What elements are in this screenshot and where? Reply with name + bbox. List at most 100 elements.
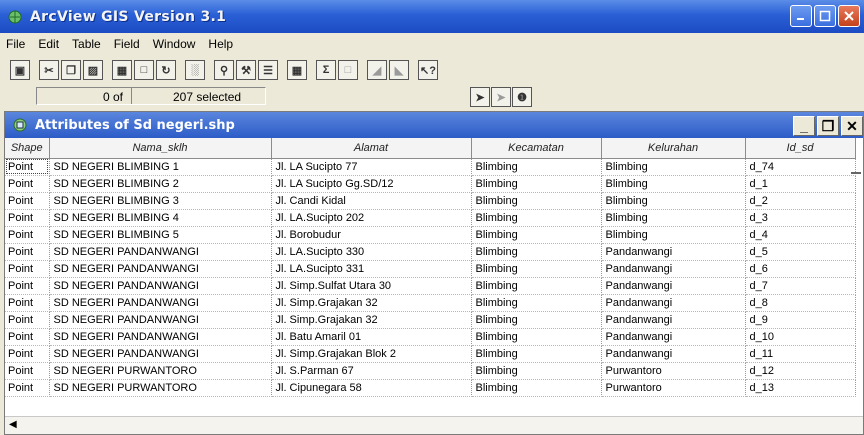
- cell-kecamatan[interactable]: Blimbing: [471, 379, 602, 397]
- promote-button[interactable]: ☰: [258, 60, 278, 80]
- child-maximize-button[interactable]: ❐: [817, 116, 839, 136]
- cell-kelurahan[interactable]: Pandanwangi: [601, 328, 746, 346]
- cell-shape[interactable]: Point: [5, 243, 50, 261]
- find-button[interactable]: ⚲: [214, 60, 234, 80]
- cell-id-sd[interactable]: d_12: [745, 362, 856, 380]
- cell-shape[interactable]: Point: [5, 277, 50, 295]
- cell-shape[interactable]: Point: [5, 311, 50, 329]
- cell-alamat[interactable]: Jl. LA Sucipto 77: [271, 158, 472, 176]
- cell-kelurahan[interactable]: Blimbing: [601, 209, 746, 227]
- cell-nama-sklh[interactable]: SD NEGERI PANDANWANGI: [49, 345, 272, 363]
- pointer-tool-button[interactable]: ➤: [470, 87, 490, 107]
- switch-selection-button[interactable]: ↻: [156, 60, 176, 80]
- cell-kecamatan[interactable]: Blimbing: [471, 158, 602, 176]
- table-row[interactable]: Point SD NEGERI PURWANTORO Jl. S.Parman …: [5, 362, 856, 380]
- menu-edit[interactable]: Edit: [38, 37, 59, 51]
- cell-alamat[interactable]: Jl. Batu Amaril 01: [271, 328, 472, 346]
- cell-alamat[interactable]: Jl. LA.Sucipto 202: [271, 209, 472, 227]
- column-header-nama-sklh[interactable]: Nama_sklh: [49, 138, 272, 159]
- menu-window[interactable]: Window: [153, 37, 196, 51]
- attribute-table-title-bar[interactable]: Attributes of Sd negeri.shp _ ❐ ✕: [5, 112, 863, 138]
- cell-shape[interactable]: Point: [5, 294, 50, 312]
- cell-kecamatan[interactable]: Blimbing: [471, 328, 602, 346]
- table-row[interactable]: Point SD NEGERI BLIMBING 3 Jl. Candi Kid…: [5, 192, 856, 210]
- cell-kecamatan[interactable]: Blimbing: [471, 192, 602, 210]
- cell-kecamatan[interactable]: Blimbing: [471, 345, 602, 363]
- sum-button[interactable]: Σ: [316, 60, 336, 80]
- cell-id-sd[interactable]: d_4: [745, 226, 856, 244]
- cell-nama-sklh[interactable]: SD NEGERI PANDANWANGI: [49, 243, 272, 261]
- sort-descending-button[interactable]: ◣: [389, 60, 409, 80]
- select-all-button[interactable]: ▦: [112, 60, 132, 80]
- menu-file[interactable]: File: [6, 37, 25, 51]
- table-row[interactable]: Point SD NEGERI PANDANWANGI Jl. Simp.Gra…: [5, 294, 856, 312]
- paste-button[interactable]: ▨: [83, 60, 103, 80]
- cell-nama-sklh[interactable]: SD NEGERI PURWANTORO: [49, 379, 272, 397]
- cell-shape[interactable]: Point: [5, 362, 50, 380]
- cell-kelurahan[interactable]: Blimbing: [601, 158, 746, 176]
- cell-shape[interactable]: Point: [5, 328, 50, 346]
- table-row[interactable]: Point SD NEGERI BLIMBING 1 Jl. LA Sucipt…: [5, 158, 856, 176]
- calculate-button[interactable]: ▦: [287, 60, 307, 80]
- app-title-bar[interactable]: ArcView GIS Version 3.1: [0, 0, 864, 33]
- cell-nama-sklh[interactable]: SD NEGERI PANDANWANGI: [49, 328, 272, 346]
- cell-kecamatan[interactable]: Blimbing: [471, 175, 602, 193]
- cell-kecamatan[interactable]: Blimbing: [471, 209, 602, 227]
- identify-tool-button[interactable]: ❶: [512, 87, 532, 107]
- cell-shape[interactable]: Point: [5, 158, 50, 176]
- table-row[interactable]: Point SD NEGERI PANDANWANGI Jl. Simp.Gra…: [5, 345, 856, 363]
- menu-help[interactable]: Help: [208, 37, 233, 51]
- cell-id-sd[interactable]: d_5: [745, 243, 856, 261]
- horizontal-scrollbar[interactable]: ◀: [5, 416, 863, 434]
- cell-kecamatan[interactable]: Blimbing: [471, 226, 602, 244]
- cell-kecamatan[interactable]: Blimbing: [471, 362, 602, 380]
- cell-id-sd[interactable]: d_11: [745, 345, 856, 363]
- maximize-button[interactable]: [814, 5, 836, 27]
- cell-shape[interactable]: Point: [5, 226, 50, 244]
- cell-id-sd[interactable]: d_8: [745, 294, 856, 312]
- table-row[interactable]: Point SD NEGERI BLIMBING 4 Jl. LA.Sucipt…: [5, 209, 856, 227]
- menu-table[interactable]: Table: [72, 37, 101, 51]
- cell-nama-sklh[interactable]: SD NEGERI PANDANWANGI: [49, 294, 272, 312]
- edit-tool-button[interactable]: ➤: [491, 87, 511, 107]
- cell-shape[interactable]: Point: [5, 209, 50, 227]
- table-row[interactable]: Point SD NEGERI PANDANWANGI Jl. LA.Sucip…: [5, 260, 856, 278]
- column-header-kecamatan[interactable]: Kecamatan: [471, 138, 602, 159]
- cell-id-sd[interactable]: d_10: [745, 328, 856, 346]
- table-row[interactable]: Point SD NEGERI BLIMBING 2 Jl. LA Sucipt…: [5, 175, 856, 193]
- cell-nama-sklh[interactable]: SD NEGERI PANDANWANGI: [49, 277, 272, 295]
- menu-field[interactable]: Field: [114, 37, 140, 51]
- vertical-scroll-indicator[interactable]: [851, 172, 861, 174]
- select-none-button[interactable]: □: [134, 60, 154, 80]
- cell-shape[interactable]: Point: [5, 260, 50, 278]
- cell-id-sd[interactable]: d_6: [745, 260, 856, 278]
- cell-kelurahan[interactable]: Pandanwangi: [601, 277, 746, 295]
- minimize-button[interactable]: [790, 5, 812, 27]
- cell-nama-sklh[interactable]: SD NEGERI PANDANWANGI: [49, 311, 272, 329]
- cell-alamat[interactable]: Jl. Simp.Grajakan 32: [271, 311, 472, 329]
- cell-nama-sklh[interactable]: SD NEGERI BLIMBING 5: [49, 226, 272, 244]
- column-header-alamat[interactable]: Alamat: [271, 138, 472, 159]
- chart-button[interactable]: ░: [185, 60, 205, 80]
- cell-kecamatan[interactable]: Blimbing: [471, 243, 602, 261]
- cell-id-sd[interactable]: d_1: [745, 175, 856, 193]
- cell-alamat[interactable]: Jl. Simp.Sulfat Utara 30: [271, 277, 472, 295]
- cell-alamat[interactable]: Jl. Candi Kidal: [271, 192, 472, 210]
- cell-alamat[interactable]: Jl. Simp.Grajakan Blok 2: [271, 345, 472, 363]
- cell-kelurahan[interactable]: Blimbing: [601, 226, 746, 244]
- cell-kelurahan[interactable]: Purwantoro: [601, 362, 746, 380]
- join-button[interactable]: □: [338, 60, 358, 80]
- cell-kelurahan[interactable]: Pandanwangi: [601, 311, 746, 329]
- child-close-button[interactable]: ✕: [841, 116, 863, 136]
- cell-kecamatan[interactable]: Blimbing: [471, 260, 602, 278]
- cell-alamat[interactable]: Jl. LA.Sucipto 331: [271, 260, 472, 278]
- cell-shape[interactable]: Point: [5, 345, 50, 363]
- table-row[interactable]: Point SD NEGERI BLIMBING 5 Jl. Borobudur…: [5, 226, 856, 244]
- cell-alamat[interactable]: Jl. LA.Sucipto 330: [271, 243, 472, 261]
- cell-shape[interactable]: Point: [5, 192, 50, 210]
- query-button[interactable]: ⚒: [236, 60, 256, 80]
- cell-alamat[interactable]: Jl. Borobudur: [271, 226, 472, 244]
- cell-nama-sklh[interactable]: SD NEGERI PANDANWANGI: [49, 260, 272, 278]
- cell-shape[interactable]: Point: [5, 379, 50, 397]
- cell-nama-sklh[interactable]: SD NEGERI PURWANTORO: [49, 362, 272, 380]
